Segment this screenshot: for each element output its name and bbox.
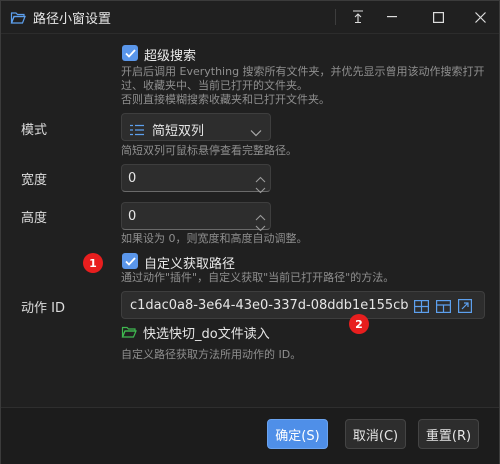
super-search-label: 超级搜索 [144, 49, 197, 64]
mode-select[interactable]: 简短双列 [121, 113, 271, 141]
ok-button[interactable]: 确定(S) [267, 419, 328, 449]
super-search-checkbox[interactable] [122, 45, 138, 61]
reset-button[interactable]: 重置(R) [418, 419, 479, 449]
action-id-label: 动作 ID [21, 301, 65, 316]
hint-line: 过、收藏夹中、当前已打开的文件夹。 [121, 79, 308, 92]
open-external-icon[interactable] [456, 297, 474, 315]
mode-value: 简短双列 [152, 124, 205, 139]
height-spinbox[interactable]: 0 [121, 202, 271, 232]
settings-window: 路径小窗设置 超级搜索 开启后调用 Everything 搜索所有文件夹，并优先… [0, 0, 500, 464]
layout-icon[interactable] [434, 297, 452, 315]
custom-path-hint: 通过动作"插件"，自定义获取"当前已打开路径"的方法。 [121, 271, 395, 284]
check-icon [124, 48, 136, 58]
cancel-button[interactable]: 取消(C) [345, 419, 406, 449]
mode-hint: 简短双列可鼠标悬停查看完整路径。 [121, 144, 297, 157]
pin-icon [353, 10, 363, 24]
chevron-down-icon[interactable] [255, 179, 266, 198]
action-id-field[interactable]: c1dac0a8-3e64-43e0-337d-08ddb1e155cb [121, 291, 485, 319]
annotation-badge-1: 1 [83, 253, 103, 273]
title-bar: 路径小窗设置 [1, 1, 499, 34]
close-button[interactable] [459, 1, 500, 33]
height-label: 高度 [21, 211, 48, 226]
folder-open-icon [10, 10, 26, 29]
title-separator [335, 9, 336, 25]
hint-line: 否则直接模糊搜索收藏夹和已打开文件夹。 [121, 93, 330, 106]
size-hint: 如果设为 0，则宽度和高度自动调整。 [121, 232, 308, 245]
custom-path-label: 自定义获取路径 [144, 257, 236, 272]
custom-path-checkbox[interactable] [122, 253, 138, 269]
width-label: 宽度 [21, 173, 48, 188]
mode-label: 模式 [21, 123, 48, 138]
check-icon [124, 256, 136, 266]
maximize-button[interactable] [417, 1, 459, 33]
folder-open-icon [121, 326, 137, 338]
height-value: 0 [128, 209, 137, 224]
hint-line: 开启后调用 Everything 搜索所有文件夹，并优先显示曾用该动作搜索打开 [121, 65, 485, 78]
width-spinbox[interactable]: 0 [121, 164, 271, 194]
action-id-hint: 自定义路径获取方法所用动作的 ID。 [121, 348, 302, 361]
action-link-label: 快选快切_do文件读入 [143, 326, 270, 342]
grid-icon[interactable] [412, 297, 430, 315]
action-id-value: c1dac0a8-3e64-43e0-337d-08ddb1e155cb [130, 298, 409, 313]
annotation-badge-2: 2 [349, 314, 369, 334]
chevron-down-icon [250, 122, 262, 141]
width-value: 0 [128, 171, 137, 186]
action-link[interactable]: 快选快切_do文件读入 [121, 323, 270, 342]
minimize-icon [387, 16, 397, 18]
minimize-button[interactable] [371, 1, 413, 33]
maximize-icon [432, 11, 444, 23]
close-icon [474, 11, 486, 23]
window-title: 路径小窗设置 [33, 12, 112, 27]
super-search-hint: 开启后调用 Everything 搜索所有文件夹，并优先显示曾用该动作搜索打开 … [121, 65, 485, 107]
list-columns-icon [130, 121, 144, 140]
